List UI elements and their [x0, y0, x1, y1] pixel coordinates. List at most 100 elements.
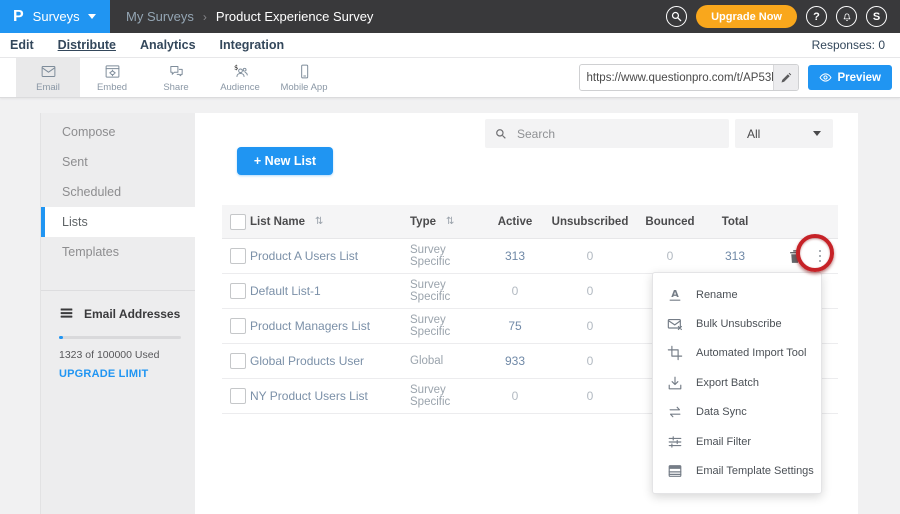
- product-menu-label: Surveys: [33, 9, 80, 24]
- survey-url: https://www.questionpro.com/t/AP53kZgfo: [580, 72, 773, 84]
- chevron-down-icon: [813, 131, 821, 136]
- row-checkbox[interactable]: [230, 388, 246, 404]
- col-total: Total: [705, 216, 765, 228]
- nav-tab[interactable]: Analytics: [140, 38, 196, 52]
- list-name-link[interactable]: Product Managers List: [250, 319, 410, 333]
- menu-item-label: Email Template Settings: [696, 465, 814, 477]
- channel-label: Embed: [97, 82, 127, 93]
- menu-item[interactable]: A Rename: [653, 280, 821, 309]
- sidebar-item[interactable]: Lists: [41, 207, 195, 237]
- search-input[interactable]: [515, 126, 719, 142]
- search-button[interactable]: [666, 6, 687, 27]
- menu-item[interactable]: Data Sync: [653, 398, 821, 427]
- lists-panel: All + New List List Name ⇅ Type ⇅ Active…: [195, 113, 858, 514]
- survey-url-field[interactable]: https://www.questionpro.com/t/AP53kZgfo: [579, 64, 799, 91]
- unsubscribed-count[interactable]: 0: [545, 389, 635, 403]
- new-list-button[interactable]: + New List: [237, 147, 333, 175]
- channel-tab[interactable]: Embed: [80, 58, 144, 97]
- list-name-link[interactable]: Global Products User: [250, 354, 410, 368]
- list-type: Global: [410, 355, 485, 367]
- breadcrumb-separator: ›: [203, 10, 207, 24]
- unsubscribed-count[interactable]: 0: [545, 319, 635, 333]
- notifications-button[interactable]: [836, 6, 857, 27]
- list-type-filter[interactable]: All: [735, 119, 833, 148]
- active-count[interactable]: 933: [485, 354, 545, 368]
- chevron-down-icon: [88, 14, 96, 19]
- unsubscribed-count[interactable]: 0: [545, 249, 635, 263]
- survey-nav-tabs: Edit Distribute Analytics Integration: [10, 38, 284, 52]
- unsubscribed-count[interactable]: 0: [545, 284, 635, 298]
- unsubscribed-count[interactable]: 0: [545, 354, 635, 368]
- menu-item[interactable]: Automated Import Tool: [653, 339, 821, 368]
- embed-icon: [104, 62, 121, 80]
- active-count[interactable]: 313: [485, 249, 545, 263]
- menu-item[interactable]: Email Filter: [653, 427, 821, 456]
- edit-url-button[interactable]: [773, 65, 798, 90]
- avatar[interactable]: S: [866, 6, 887, 27]
- list-name-link[interactable]: Product A Users List: [250, 249, 410, 263]
- sidebar-item[interactable]: Sent: [41, 147, 195, 177]
- active-count[interactable]: 75: [485, 319, 545, 333]
- sidebar-items: ComposeSentScheduledListsTemplates: [41, 113, 195, 267]
- sort-icon[interactable]: ⇅: [446, 216, 454, 227]
- row-checkbox[interactable]: [230, 353, 246, 369]
- nav-tab[interactable]: Integration: [220, 38, 285, 52]
- sidebar-item[interactable]: Scheduled: [41, 177, 195, 207]
- menu-item[interactable]: Bulk Unsubscribe: [653, 309, 821, 338]
- menu-item-label: Bulk Unsubscribe: [696, 318, 782, 330]
- menu-item-label: Export Batch: [696, 377, 759, 389]
- channel-label: Audience: [220, 82, 260, 93]
- sort-icon[interactable]: ⇅: [315, 216, 323, 227]
- bulk-unsubscribe-icon: [667, 316, 683, 332]
- channel-label: Mobile App: [280, 82, 327, 93]
- email-addresses-section: Email Addresses 1323 of 100000 Used UPGR…: [41, 291, 195, 380]
- svg-text:$: $: [234, 63, 238, 71]
- help-button[interactable]: ?: [806, 6, 827, 27]
- bounced-count[interactable]: 0: [635, 249, 705, 263]
- list-name-link[interactable]: Default List-1: [250, 284, 410, 298]
- product-switcher[interactable]: P Surveys: [0, 0, 110, 33]
- header-actions: Upgrade Now ? S: [666, 5, 900, 28]
- eye-icon: [819, 71, 832, 84]
- audience-icon: $: [232, 62, 249, 80]
- total-count[interactable]: 313: [705, 249, 765, 263]
- list-type: Survey Specific: [410, 279, 485, 303]
- delete-list-icon[interactable]: [788, 249, 802, 264]
- survey-link-group: https://www.questionpro.com/t/AP53kZgfo …: [579, 58, 900, 97]
- list-type: Survey Specific: [410, 244, 485, 268]
- nav-tab[interactable]: Edit: [10, 38, 34, 52]
- more-actions-icon[interactable]: [816, 247, 825, 266]
- row-checkbox[interactable]: [230, 248, 246, 264]
- email-addresses-header: Email Addresses: [59, 306, 181, 321]
- channel-label: Share: [163, 82, 188, 93]
- channel-tab[interactable]: Share: [144, 58, 208, 97]
- select-all-checkbox[interactable]: [230, 214, 246, 230]
- email-icon: [40, 62, 57, 80]
- share-icon: [168, 62, 185, 80]
- list-name-link[interactable]: NY Product Users List: [250, 389, 410, 403]
- sidebar-item[interactable]: Compose: [41, 117, 195, 147]
- row-checkbox[interactable]: [230, 318, 246, 334]
- active-count[interactable]: 0: [485, 284, 545, 298]
- email-addresses-title: Email Addresses: [84, 307, 180, 321]
- breadcrumb: My Surveys › Product Experience Survey: [126, 9, 373, 24]
- channel-tab[interactable]: $ Audience: [208, 58, 272, 97]
- sidebar-item[interactable]: Templates: [41, 237, 195, 267]
- filter-value: All: [747, 127, 760, 141]
- channel-tab[interactable]: Mobile App: [272, 58, 336, 97]
- upgrade-now-button[interactable]: Upgrade Now: [696, 5, 797, 28]
- menu-item[interactable]: Email Template Settings: [653, 456, 821, 485]
- active-count[interactable]: 0: [485, 389, 545, 403]
- menu-item[interactable]: Export Batch: [653, 368, 821, 397]
- col-bounced: Bounced: [635, 216, 705, 228]
- questionpro-logo: P: [13, 8, 24, 26]
- row-checkbox[interactable]: [230, 283, 246, 299]
- nav-tab[interactable]: Distribute: [58, 38, 116, 52]
- list-search[interactable]: [485, 119, 729, 148]
- preview-button[interactable]: Preview: [808, 65, 892, 90]
- channel-tab[interactable]: Email: [16, 58, 80, 97]
- col-type: Type: [410, 216, 436, 228]
- breadcrumb-parent[interactable]: My Surveys: [126, 9, 194, 24]
- upgrade-limit-link[interactable]: UPGRADE LIMIT: [59, 368, 181, 380]
- responses-count: Responses: 0: [812, 38, 885, 52]
